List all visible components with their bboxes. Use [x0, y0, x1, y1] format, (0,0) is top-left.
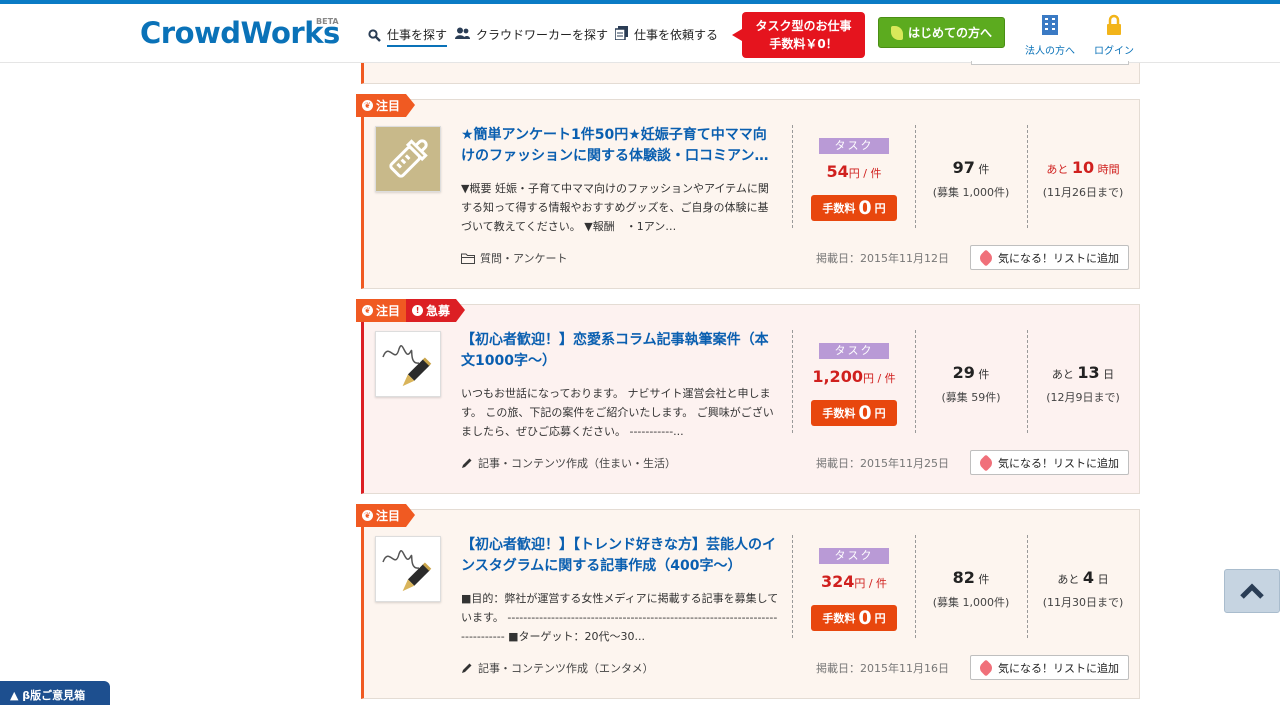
job-title-link[interactable]: 【初心者歓迎！】【トレンド好きな方】芸能人のインスタグラムに関する記事作成（40… — [461, 535, 779, 577]
job-title-link[interactable]: 【初心者歓迎！】恋愛系コラム記事執筆案件（本文1000字〜） — [461, 330, 779, 372]
attention-icon: ❦ — [362, 305, 373, 316]
corporate-link-label: 法人の方へ — [1025, 46, 1075, 57]
nav-find-workers[interactable]: クラウドワーカーを探す — [455, 26, 608, 43]
pin-icon — [977, 454, 995, 471]
pin-icon — [977, 249, 995, 266]
site-header: CrowdWorks BETA 仕事を探す クラウドワーカーを探す 仕事を依頼す… — [0, 4, 1280, 63]
beta-badge: BETA — [316, 17, 339, 26]
job-title-link[interactable]: ★簡単アンケート1件50円★妊娠子育て中ママ向けのファッションに関する体験談・口… — [461, 125, 779, 167]
posted-date: 掲載日：2015年11月12日 — [816, 252, 949, 265]
pencil-icon — [462, 663, 472, 673]
task-fee-promo-banner[interactable]: タスク型のお仕事 手数料￥0！ — [732, 12, 865, 58]
job-card[interactable]: ❦ 注目 ! 急募 【初心者歓迎！】恋愛系コラム記事執筆案件（本文1000字〜） い… — [356, 299, 1140, 494]
badge-tail — [406, 504, 416, 527]
job-category-label: 質問・アンケート — [480, 252, 568, 265]
search-icon — [368, 28, 381, 45]
job-price: 1,200円 / 件 — [812, 367, 896, 386]
fountain-pen-icon — [382, 345, 432, 387]
urgent-badge: ! 急募 — [406, 299, 457, 322]
task-tag: タスク — [819, 548, 889, 564]
posted-date: 掲載日：2015年11月16日 — [816, 662, 949, 675]
badge-tail — [406, 94, 416, 117]
job-category[interactable]: 記事・コンテンツ作成（住まい・生活） — [461, 455, 676, 471]
nav-find-jobs[interactable]: 仕事を探す — [368, 26, 448, 47]
job-price: 324円 / 件 — [820, 572, 888, 591]
task-count: 82 件 — [952, 568, 990, 587]
chevron-up-icon — [1240, 583, 1264, 599]
fee-zero-badge: 手数料 0 円 — [811, 605, 897, 631]
login-link[interactable]: ログイン — [1084, 14, 1144, 57]
job-card[interactable]: ❦ 注目 【初心者歓迎！】【トレンド好きな方】芸能人のインスタグラムに関する記事作… — [356, 504, 1140, 699]
building-icon — [1020, 14, 1080, 42]
crowdworks-logo[interactable]: CrowdWorks — [140, 16, 340, 50]
recruit-count: (募集 59件) — [941, 391, 1001, 404]
attention-icon: ❦ — [362, 510, 373, 521]
deadline-remaining: あと 10 時間 — [1046, 158, 1120, 177]
attention-badge: ❦ 注目 — [356, 94, 407, 117]
job-category-label: 記事・コンテンツ作成（住まい・生活） — [478, 457, 676, 470]
previous-job-card-partial — [361, 61, 1140, 84]
lock-icon — [1084, 14, 1144, 42]
corporate-link[interactable]: 法人の方へ — [1020, 14, 1080, 57]
job-thumbnail[interactable] — [375, 331, 441, 397]
users-icon — [455, 27, 470, 42]
add-to-favorites-button[interactable]: 気になる！リストに追加 — [970, 245, 1129, 270]
beginner-guide-button[interactable]: はじめての方へ — [878, 17, 1005, 48]
badges: ❦ 注目 ! 急募 — [356, 299, 466, 322]
baby-bottle-icon — [389, 139, 428, 178]
fountain-pen-icon — [382, 550, 432, 592]
promo-line2: 手数料￥0！ — [769, 37, 838, 51]
login-link-label: ログイン — [1094, 46, 1134, 57]
deadline-remaining: あと 4 日 — [1057, 568, 1109, 587]
job-card[interactable]: ❦ 注目 ★簡単アンケート1件50円★妊娠子育て中ママ向けのファッションに関する体… — [356, 94, 1140, 289]
nav-post-job[interactable]: 仕事を依頼する — [614, 26, 719, 43]
posted-date: 掲載日：2015年11月25日 — [816, 457, 949, 470]
task-tag: タスク — [819, 343, 889, 359]
job-description: ■目的：弊社が運営する女性メディアに掲載する記事を募集しています。 ------… — [461, 592, 779, 643]
badges: ❦ 注目 — [356, 504, 416, 527]
pencil-icon — [462, 458, 472, 468]
deadline-date: (12月9日まで) — [1046, 391, 1120, 404]
pin-icon — [977, 659, 995, 676]
back-to-top-button[interactable] — [1224, 569, 1280, 613]
fee-zero-badge: 手数料 0 円 — [811, 195, 897, 221]
add-to-favorites-button[interactable]: 気になる！リストに追加 — [970, 655, 1129, 680]
beginner-guide-label: はじめての方へ — [907, 26, 992, 40]
job-thumbnail[interactable] — [375, 536, 441, 602]
recruit-count: (募集 1,000件) — [932, 596, 1010, 609]
job-category-label: 記事・コンテンツ作成（エンタメ） — [478, 662, 654, 675]
attention-icon: ❦ — [362, 100, 373, 111]
attention-badge: ❦ 注目 — [356, 504, 407, 527]
fee-zero-badge: 手数料 0 円 — [811, 400, 897, 426]
document-icon — [614, 26, 628, 43]
attention-badge: ❦ 注目 — [356, 299, 407, 322]
add-to-favorites-button[interactable]: 気になる！リストに追加 — [970, 450, 1129, 475]
job-price: 54円 / 件 — [826, 162, 882, 181]
task-tag: タスク — [819, 138, 889, 154]
task-count: 29 件 — [952, 363, 990, 382]
nav-find-jobs-label: 仕事を探す — [387, 26, 448, 47]
nav-find-workers-label: クラウドワーカーを探す — [476, 28, 609, 42]
badge-tail — [456, 299, 466, 322]
nav-post-job-label: 仕事を依頼する — [634, 28, 719, 42]
beginner-leaf-icon — [890, 25, 903, 40]
job-category[interactable]: 質問・アンケート — [461, 250, 568, 266]
recruit-count: (募集 1,000件) — [932, 186, 1010, 199]
promo-line1: タスク型のお仕事 — [755, 19, 852, 33]
beta-feedback-tab[interactable]: ▲ β版ご意見箱 — [0, 681, 110, 705]
job-thumbnail[interactable] — [375, 126, 441, 192]
badges: ❦ 注目 — [356, 94, 416, 117]
deadline-date: (11月26日まで) — [1042, 186, 1124, 199]
exclamation-icon: ! — [412, 305, 424, 316]
job-description: いつもお世話になっております。 ナビサイト運営会社と申します。 この旅、下記の案… — [461, 387, 774, 438]
deadline-remaining: あと 13 日 — [1051, 363, 1115, 382]
job-category[interactable]: 記事・コンテンツ作成（エンタメ） — [461, 660, 654, 676]
deadline-date: (11月30日まで) — [1042, 596, 1124, 609]
job-description: ▼概要 妊娠・子育て中ママ向けのファッションやアイテムに関する知って得する情報や… — [461, 182, 769, 233]
task-count: 97 件 — [952, 158, 990, 177]
favorite-button-partial[interactable] — [971, 61, 1129, 65]
folder-icon — [461, 253, 475, 264]
